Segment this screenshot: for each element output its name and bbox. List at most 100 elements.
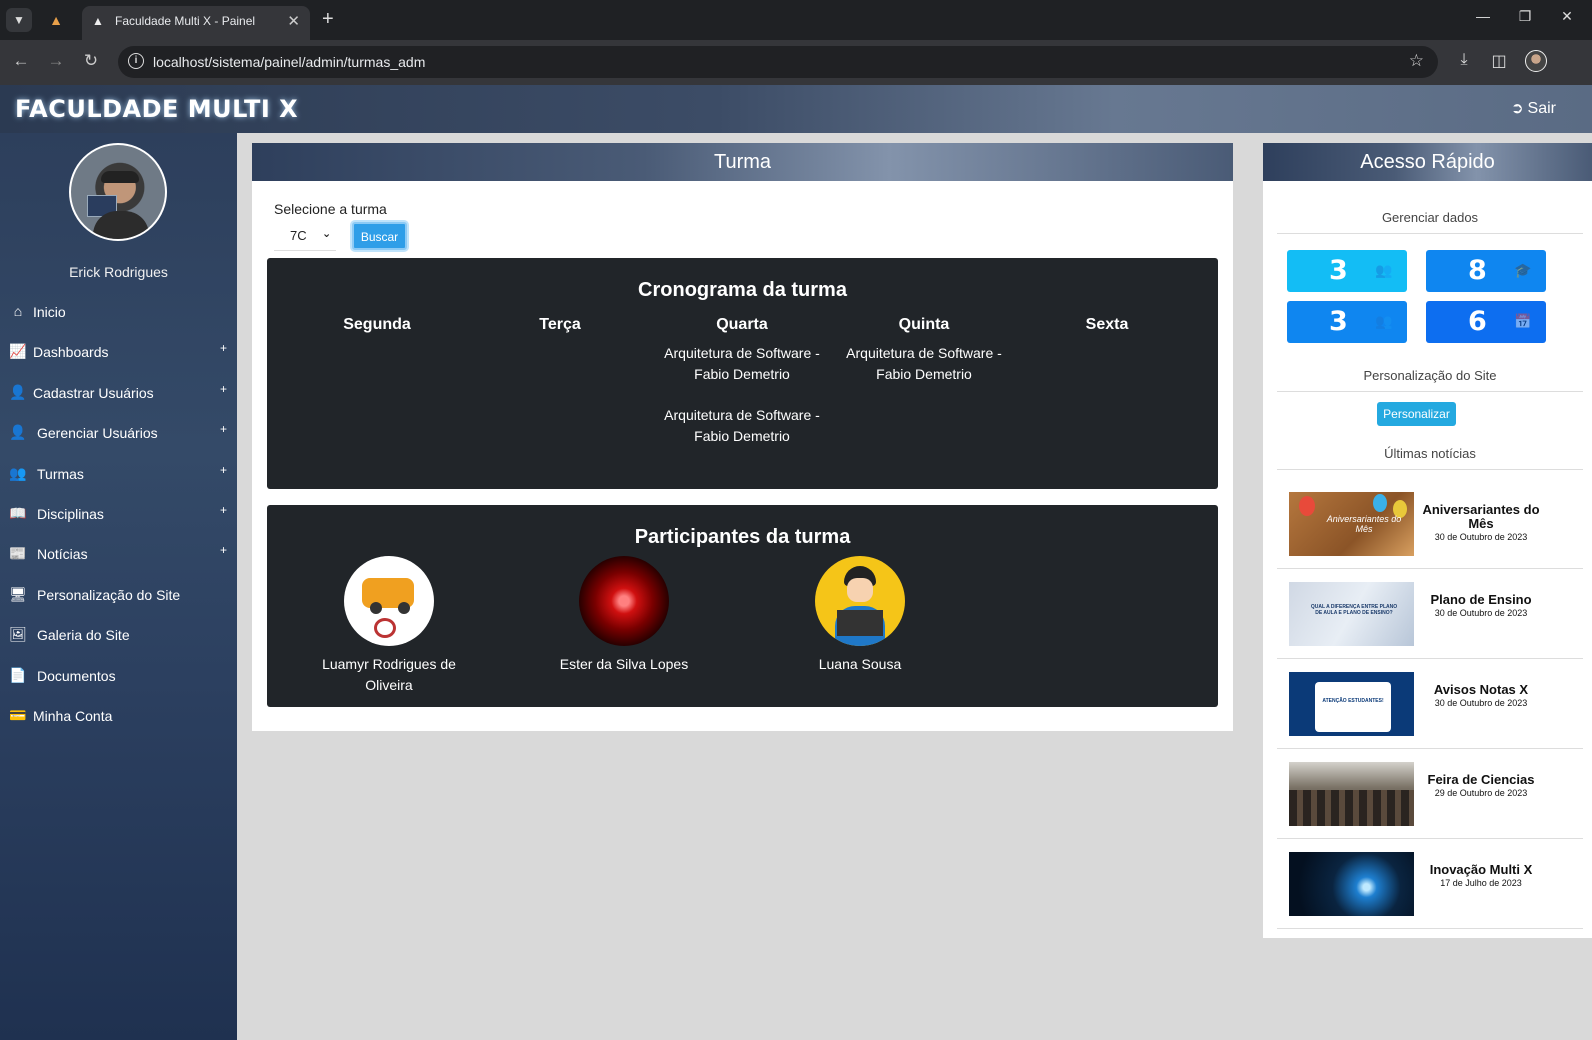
sidebar-item-label: Dashboards xyxy=(33,344,109,361)
news-item[interactable]: QUAL A DIFERENÇA ENTRE PLANO DE AULA E P… xyxy=(1277,569,1583,659)
news-title: Plano de Ensino xyxy=(1430,592,1532,607)
sidebar-item-galeria[interactable]: 🖼 Galeria do Site xyxy=(0,615,237,655)
sidebar-user-name: Erick Rodrigues xyxy=(69,264,168,280)
news-thumbnail xyxy=(1289,762,1414,826)
chart-line-icon: 📈 xyxy=(9,343,27,360)
sidebar-item-label: Galeria do Site xyxy=(37,627,130,644)
sign-out-icon: ➲ xyxy=(1510,100,1524,117)
restore-window-button[interactable]: ❐ xyxy=(1510,8,1540,25)
image-icon: 🖼 xyxy=(9,626,27,643)
news-thumbnail xyxy=(1289,852,1414,916)
reload-icon[interactable]: ↻ xyxy=(79,51,103,71)
minimize-window-button[interactable]: — xyxy=(1468,8,1498,24)
participant-photo xyxy=(344,556,434,646)
news-title: Feira de Ciencias xyxy=(1427,772,1535,787)
thumb-audience-shape xyxy=(1289,790,1414,826)
stat-card[interactable]: 3 👥 xyxy=(1287,301,1407,343)
expand-plus-icon[interactable]: + xyxy=(220,543,227,557)
participant-card[interactable]: Luamyr Rodrigues de Oliveira xyxy=(299,556,479,696)
bookmark-star-icon[interactable]: ☆ xyxy=(1409,51,1424,71)
class-entry: Arquitetura de Software - Fabio Demetrio xyxy=(664,345,820,382)
expand-plus-icon[interactable]: + xyxy=(220,503,227,517)
day-column-terca: Terça xyxy=(469,316,651,343)
news-item[interactable]: Inovação Multi X 17 de Julho de 2023 xyxy=(1277,839,1583,929)
tab-close-icon[interactable]: ✕ xyxy=(287,12,300,30)
tab-favicon-icon: ▲ xyxy=(92,14,104,28)
sidebar-item-dashboards[interactable]: 📈 Dashboards + xyxy=(0,332,237,372)
url-text[interactable]: localhost/sistema/painel/admin/turmas_ad… xyxy=(153,54,425,70)
stat-card[interactable]: 3 👥 xyxy=(1287,250,1407,292)
logout-label: Sair xyxy=(1527,100,1556,117)
latest-news-label: Últimas notícias xyxy=(1277,446,1583,470)
address-bar[interactable]: i localhost/sistema/painel/admin/turmas_… xyxy=(118,46,1438,78)
sidebar-item-inicio[interactable]: ⌂ Inicio xyxy=(0,292,237,332)
sidebar-item-noticias[interactable]: 📰 Notícias + xyxy=(0,534,237,574)
news-date: 30 de Outubro de 2023 xyxy=(1434,698,1528,708)
news-text: Avisos Notas X 30 de Outubro de 2023 xyxy=(1422,683,1540,709)
graduate-icon: 🎓 xyxy=(1514,262,1532,278)
new-tab-button[interactable]: + xyxy=(322,8,334,30)
browser-tab-active[interactable]: ▲ Faculdade Multi X - Painel ✕ xyxy=(82,6,310,40)
expand-plus-icon[interactable]: + xyxy=(220,341,227,355)
news-thumbnail: QUAL A DIFERENÇA ENTRE PLANO DE AULA E P… xyxy=(1289,582,1414,646)
participant-card[interactable]: Luana Sousa xyxy=(770,556,950,675)
participant-name: Luamyr Rodrigues de Oliveira xyxy=(322,656,456,693)
day-name: Segunda xyxy=(343,316,411,333)
sidebar-item-disciplinas[interactable]: 📖 Disciplinas + xyxy=(0,494,237,534)
sidebar-item-minha-conta[interactable]: 💳 Minha Conta xyxy=(0,696,237,736)
tab-search-dropdown-button[interactable]: ▼ xyxy=(6,8,32,32)
site-info-icon[interactable]: i xyxy=(128,53,144,69)
stat-card[interactable]: 6 📅 xyxy=(1426,301,1546,343)
news-date: 30 de Outubro de 2023 xyxy=(1434,532,1528,542)
stat-card[interactable]: 8 🎓 xyxy=(1426,250,1546,292)
sidebar-item-gerenciar-usuarios[interactable]: 👤 Gerenciar Usuários + xyxy=(0,413,237,453)
stat-value: 6 xyxy=(1468,306,1487,337)
browser-profile-avatar[interactable] xyxy=(1525,50,1547,72)
stat-value: 8 xyxy=(1468,255,1487,286)
back-arrow-icon[interactable]: ← xyxy=(9,51,33,71)
participant-card[interactable]: Ester da Silva Lopes xyxy=(534,556,714,675)
news-item[interactable]: Aniversariantes do Mês Aniversariantes d… xyxy=(1277,479,1583,569)
logout-button[interactable]: ➲ Sair xyxy=(1511,99,1556,118)
news-date: 17 de Julho de 2023 xyxy=(1440,878,1522,888)
day-name: Quarta xyxy=(716,316,768,333)
sidebar-item-label: Inicio xyxy=(33,304,66,320)
news-title: Aniversariantes do Mês xyxy=(1422,502,1540,531)
download-icon[interactable]: ⤓ xyxy=(1452,51,1476,69)
news-thumbnail: Aniversariantes do Mês xyxy=(1289,492,1414,556)
avatar-shirt xyxy=(93,211,149,239)
turma-select[interactable]: 7C ⌄ xyxy=(274,223,336,251)
buscar-button[interactable]: Buscar xyxy=(352,222,407,250)
personalizar-button[interactable]: Personalizar xyxy=(1377,402,1456,426)
photo-book-shape xyxy=(837,610,883,636)
class-entry: Arquitetura de Software - Fabio Demetrio xyxy=(664,407,820,444)
expand-plus-icon[interactable]: + xyxy=(220,382,227,396)
expand-plus-icon[interactable]: + xyxy=(220,422,227,436)
participant-name: Ester da Silva Lopes xyxy=(559,656,689,672)
participants-title: Participantes da turma xyxy=(634,526,851,548)
sidebar-item-turmas[interactable]: 👥 Turmas + xyxy=(0,454,237,494)
forward-arrow-icon[interactable]: → xyxy=(44,51,68,71)
site-brand[interactable]: FACULDADE MULTI X xyxy=(15,95,298,123)
news-item[interactable]: Feira de Ciencias 29 de Outubro de 2023 xyxy=(1277,749,1583,839)
news-item[interactable]: ATENÇÃO ESTUDANTES! Avisos Notas X 30 de… xyxy=(1277,659,1583,749)
avatar-cap xyxy=(101,171,139,183)
close-window-button[interactable]: ✕ xyxy=(1552,8,1582,25)
user-avatar xyxy=(69,143,167,241)
pinned-tab-icon[interactable]: ▲ xyxy=(44,9,68,31)
thumb-balloon-shape xyxy=(1373,494,1387,512)
sidebar-item-cadastrar-usuarios[interactable]: 👤 Cadastrar Usuários + xyxy=(0,373,237,413)
thumb-balloon-shape xyxy=(1299,496,1315,516)
photo-bike-shape xyxy=(374,618,396,638)
sidebar-item-label: Turmas xyxy=(37,465,84,482)
chevron-down-icon: ⌄ xyxy=(322,228,332,240)
sidebar-item-documentos[interactable]: 📄 Documentos xyxy=(0,656,237,696)
tab-title: Faculdade Multi X - Painel xyxy=(115,14,256,28)
quick-access-title: Acesso Rápido xyxy=(1263,143,1592,181)
sidebar-item-personalizacao[interactable]: 🖥 Personalização do Site xyxy=(0,575,237,615)
thumb-caption: Aniversariantes do Mês xyxy=(1326,514,1402,534)
book-open-icon: 📖 xyxy=(9,504,27,521)
side-panel-icon[interactable]: ◫ xyxy=(1487,51,1511,71)
expand-plus-icon[interactable]: + xyxy=(220,463,227,477)
id-card-icon: 💳 xyxy=(9,706,27,723)
